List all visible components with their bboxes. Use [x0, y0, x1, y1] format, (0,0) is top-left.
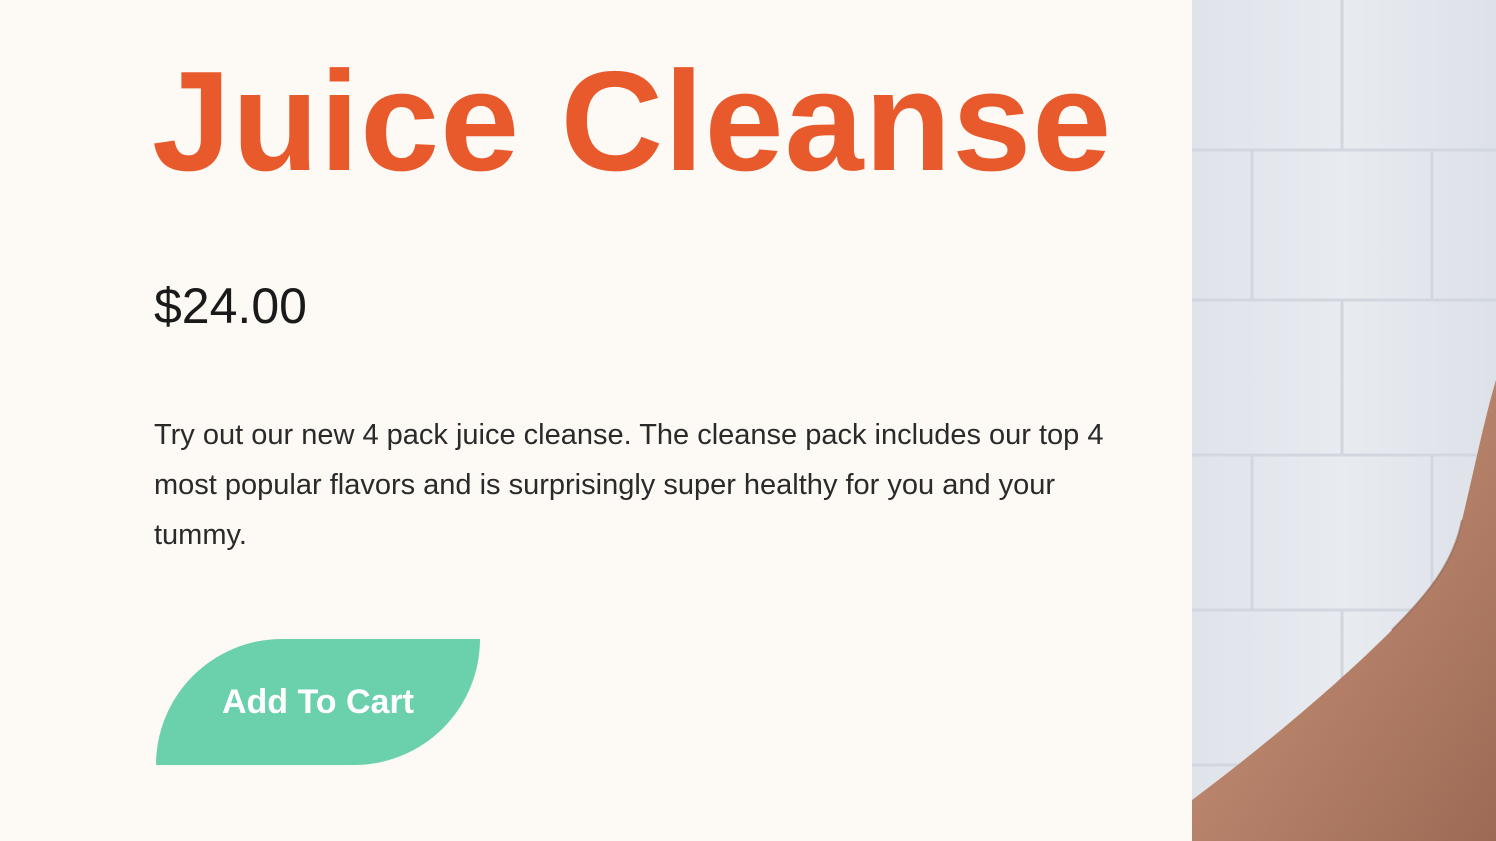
product-price: $24.00 — [154, 278, 307, 334]
product-panel: Juice Cleanse $24.00 Try out our new 4 p… — [0, 0, 1192, 841]
hero-photo — [1192, 0, 1496, 841]
product-title: Juice Cleanse — [152, 42, 1113, 201]
hero-image — [1192, 0, 1496, 841]
add-to-cart-button[interactable]: Add To Cart — [156, 639, 480, 765]
product-description: Try out our new 4 pack juice cleanse. Th… — [154, 419, 1104, 551]
